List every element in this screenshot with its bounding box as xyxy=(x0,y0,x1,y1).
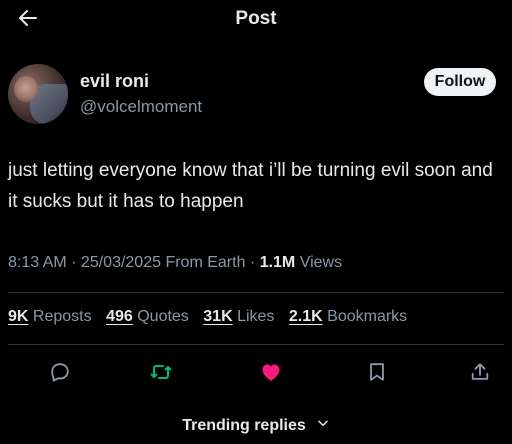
reply-icon xyxy=(49,361,71,388)
bookmarks-label: Bookmarks xyxy=(327,308,408,325)
views-count: 1.1M xyxy=(259,254,296,271)
reposts-count: 9K xyxy=(8,308,29,325)
trending-replies-dropdown[interactable]: Trending replies xyxy=(182,416,330,435)
author-display-name[interactable]: evil roni xyxy=(80,71,149,92)
avatar-face xyxy=(14,76,38,102)
reposts-label: Reposts xyxy=(32,308,92,325)
chevron-down-icon xyxy=(316,416,330,435)
reply-button[interactable] xyxy=(46,360,74,388)
trending-replies: Trending replies xyxy=(0,416,512,435)
repost-button[interactable] xyxy=(147,360,175,388)
like-button[interactable] xyxy=(257,360,285,388)
share-icon xyxy=(469,361,491,388)
divider xyxy=(8,292,504,293)
tweet-meta: 8:13 AM · 25/03/2025 From Earth · 1.1M V… xyxy=(8,254,342,272)
trending-replies-label: Trending replies xyxy=(182,416,306,434)
reposts-stat[interactable]: 9K Reposts xyxy=(8,308,92,326)
quotes-count: 496 xyxy=(106,308,133,325)
tweet-time[interactable]: 8:13 AM xyxy=(8,254,67,271)
engagement-stats: 9K Reposts 496 Quotes 31K Likes 2.1K Boo… xyxy=(8,308,417,326)
divider xyxy=(8,344,504,345)
tweet-date[interactable]: 25/03/2025 xyxy=(81,254,161,271)
heart-icon xyxy=(259,360,283,389)
views-label: Views xyxy=(299,254,343,271)
bookmark-icon xyxy=(366,361,388,388)
page-title: Post xyxy=(235,8,277,29)
action-bar xyxy=(0,358,512,390)
share-button[interactable] xyxy=(466,360,494,388)
avatar[interactable] xyxy=(8,64,68,124)
likes-count: 31K xyxy=(203,308,233,325)
tweet-text: just letting everyone know that i’ll be … xyxy=(8,160,493,212)
quotes-label: Quotes xyxy=(137,308,189,325)
follow-button[interactable]: Follow xyxy=(424,68,496,96)
likes-label: Likes xyxy=(237,308,275,325)
bookmarks-stat[interactable]: 2.1K Bookmarks xyxy=(289,308,407,326)
bookmark-button[interactable] xyxy=(363,360,391,388)
repost-icon xyxy=(149,360,173,389)
meta-separator: · xyxy=(66,254,81,271)
post-header: Post xyxy=(0,0,512,48)
likes-stat[interactable]: 31K Likes xyxy=(203,308,274,326)
meta-separator: · xyxy=(245,254,260,271)
author-handle[interactable]: @volcelmoment xyxy=(80,97,202,117)
quotes-stat[interactable]: 496 Quotes xyxy=(106,308,189,326)
bookmarks-count: 2.1K xyxy=(288,308,323,325)
tweet-source: From Earth xyxy=(165,254,246,271)
